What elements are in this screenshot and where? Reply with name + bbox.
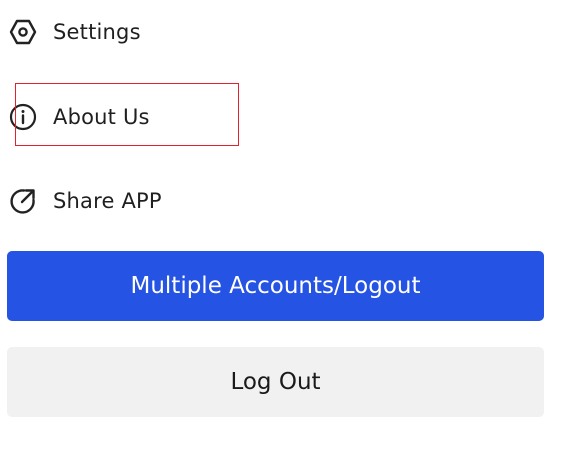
menu-item-label: About Us: [53, 105, 150, 129]
info-icon: [8, 102, 38, 132]
share-icon: [8, 186, 38, 216]
menu-item-settings[interactable]: Settings: [8, 15, 141, 49]
menu-item-label: Settings: [53, 20, 141, 44]
menu-item-label: Share APP: [53, 189, 162, 213]
menu-item-about-us[interactable]: About Us: [8, 100, 150, 134]
settings-icon: [8, 17, 38, 47]
logout-button[interactable]: Log Out: [7, 347, 544, 417]
multiple-accounts-logout-button[interactable]: Multiple Accounts/Logout: [7, 251, 544, 321]
account-menu: Settings About Us Share APP Multiple Acc…: [0, 0, 573, 454]
menu-item-share-app[interactable]: Share APP: [8, 184, 162, 218]
